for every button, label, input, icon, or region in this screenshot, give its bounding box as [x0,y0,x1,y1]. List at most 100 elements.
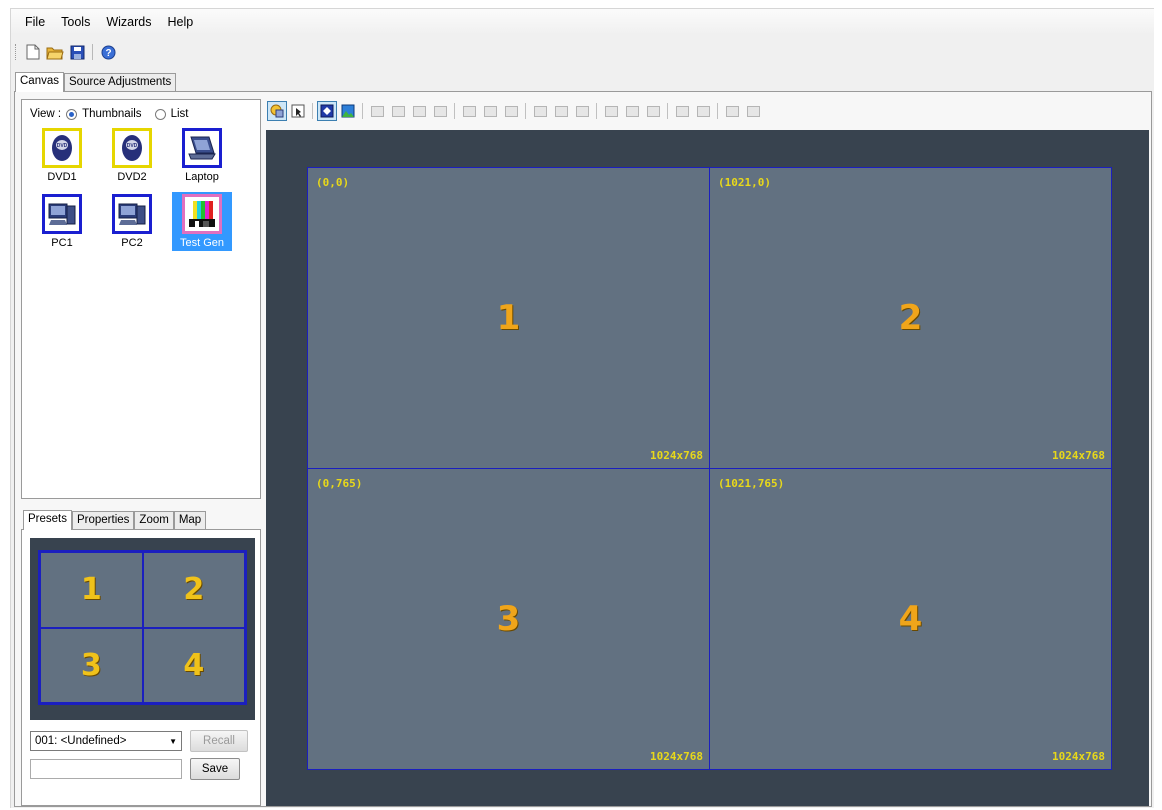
source-pc1[interactable]: PC1 [32,194,92,249]
align-right-icon [501,101,521,121]
dvd-icon: DVD [42,128,82,168]
toolbar-separator [667,103,668,119]
preset-preview: 1 2 3 4 [30,538,255,720]
pc-icon [42,194,82,234]
toolbar-grip[interactable] [15,44,18,60]
tab-map[interactable]: Map [173,511,207,530]
source-label: DVD1 [47,171,77,183]
toolbar-separator [454,103,455,119]
list-radio[interactable] [154,108,166,120]
preset-cell-4[interactable]: 4 [142,627,245,703]
source-label: Laptop [185,171,219,183]
show-image-icon[interactable] [338,101,358,121]
tab-source-adjustments[interactable]: Source Adjustments [64,73,177,92]
help-icon[interactable]: ? [98,42,118,62]
canvas-toolbar [267,99,763,123]
menu-tools[interactable]: Tools [53,12,98,32]
same-width-icon [601,101,621,121]
svg-text:DVD: DVD [57,143,68,149]
thumbnails-label[interactable]: Thumbnails [82,108,141,120]
test-pattern-icon [182,194,222,234]
preset-select-value: 001: <Undefined> [35,735,127,747]
center-horizontally-icon [693,101,713,121]
display-1[interactable]: (0,0) 1 1024x768 [307,167,710,469]
list-label[interactable]: List [171,108,189,120]
menu-help[interactable]: Help [160,12,202,32]
preset-cell-3[interactable]: 3 [40,627,143,703]
app-window: File Tools Wizards Help ? Canvas Source … [10,8,1154,808]
display-number: 4 [898,599,923,639]
bring-forward-icon [388,101,408,121]
send-to-back-icon [430,101,450,121]
same-height-icon [622,101,642,121]
horizontal-spacing-icon [672,101,692,121]
thumbnails-radio[interactable] [66,108,78,120]
source-pc2[interactable]: PC2 [102,194,162,249]
svg-text:?: ? [105,48,111,59]
main-tabs: Canvas Source Adjustments [15,72,177,92]
display-resolution: 1024x768 [650,449,703,462]
preset-name-input[interactable] [30,759,182,779]
preset-select[interactable]: 001: <Undefined> ▼ [30,731,182,751]
display-2[interactable]: (1021,0) 2 1024x768 [709,167,1112,469]
lower-tabs: Presets Properties Zoom Map [23,510,207,530]
menu-file[interactable]: File [17,12,53,32]
toolbar-separator [92,44,93,60]
view-label: View : [30,108,62,120]
save-icon[interactable] [67,42,87,62]
source-dvd1[interactable]: DVD DVD1 [32,128,92,183]
source-label: Test Gen [179,237,225,249]
menu-wizards[interactable]: Wizards [98,12,159,32]
view-mode-row: View : Thumbnails List [30,108,188,120]
tab-zoom[interactable]: Zoom [134,511,174,530]
save-button[interactable]: Save [190,758,240,780]
canvas-tab-body: View : Thumbnails List DVD DVD1 DVD DVD2 [14,91,1152,807]
align-center-icon [480,101,500,121]
tab-presets[interactable]: Presets [23,510,72,530]
preset-cell-2[interactable]: 2 [142,552,245,628]
chevron-down-icon: ▼ [169,736,177,746]
toolbar-separator [717,103,718,119]
display-number: 3 [496,599,521,639]
preset-cell-1[interactable]: 1 [40,552,143,628]
display-3[interactable]: (0,765) 3 1024x768 [307,468,710,770]
align-left-icon [459,101,479,121]
tab-canvas[interactable]: Canvas [15,72,64,92]
source-label: DVD2 [117,171,147,183]
tab-properties[interactable]: Properties [72,511,135,530]
open-folder-icon[interactable] [45,42,65,62]
display-resolution: 1024x768 [1052,750,1105,763]
display-4[interactable]: (1021,765) 4 1024x768 [709,468,1112,770]
show-windows-icon[interactable] [317,101,337,121]
center-vertically-icon [743,101,763,121]
main-toolbar: ? [11,39,118,65]
source-dvd2[interactable]: DVD DVD2 [102,128,162,183]
pc-icon [112,194,152,234]
menu-bar: File Tools Wizards Help [11,9,1154,35]
source-laptop[interactable]: Laptop [172,128,232,183]
preset-save-row: Save [30,758,240,780]
bring-to-front-icon [367,101,387,121]
video-wall-canvas[interactable]: (0,0) 1 1024x768 (1021,0) 2 1024x768 (0,… [266,130,1149,806]
toolbar-separator [312,103,313,119]
pointer-tool-icon[interactable] [288,101,308,121]
new-file-icon[interactable] [23,42,43,62]
dvd-icon: DVD [112,128,152,168]
source-label: PC1 [51,237,73,249]
sources-panel: View : Thumbnails List DVD DVD1 DVD DVD2 [21,99,261,499]
align-bottom-icon [572,101,592,121]
toolbar-separator [596,103,597,119]
preset-layout: 1 2 3 4 [38,550,247,705]
toolbar-separator [525,103,526,119]
preset-select-row: 001: <Undefined> ▼ Recall [30,730,248,752]
select-tool-icon[interactable] [267,101,287,121]
display-number: 1 [496,298,521,338]
toolbar-separator [362,103,363,119]
display-resolution: 1024x768 [1052,449,1105,462]
source-test-gen[interactable]: Test Gen [172,192,232,251]
same-size-icon [643,101,663,121]
source-label: PC2 [121,237,143,249]
recall-button[interactable]: Recall [190,730,248,752]
display-resolution: 1024x768 [650,750,703,763]
display-number: 2 [898,298,923,338]
